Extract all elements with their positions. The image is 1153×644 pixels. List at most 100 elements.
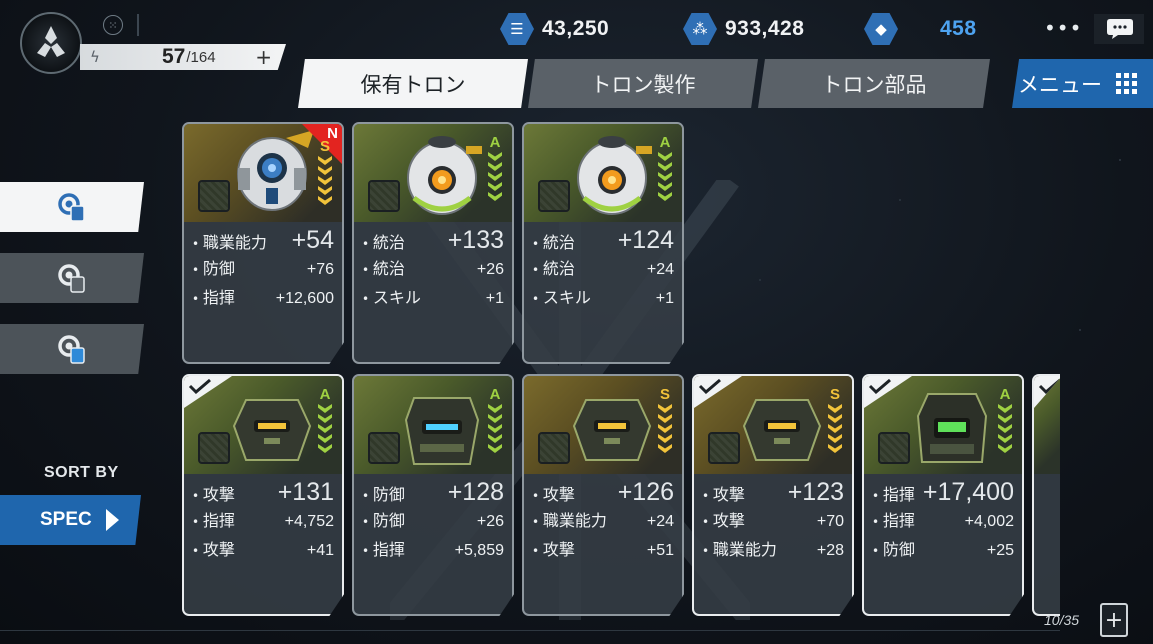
rank-badge: S xyxy=(316,138,334,205)
white-tron-robot-icon xyxy=(577,136,652,215)
tab-tron-craft[interactable]: トロン製作 xyxy=(528,59,758,108)
layers-icon: ☰ xyxy=(500,13,534,45)
tron-filter-all-icon xyxy=(58,193,85,222)
checkmark-icon xyxy=(868,378,891,394)
stat-list: 職業能力+54 防御+76 指揮+12,600 xyxy=(192,226,334,313)
filter-gray[interactable] xyxy=(0,253,144,303)
stat-row: 攻撃+51 xyxy=(532,536,674,565)
stat-row: 防御+76 xyxy=(192,255,334,284)
stat-row: 防御+26 xyxy=(362,507,504,536)
tab-owned-trons[interactable]: 保有トロン xyxy=(298,59,528,108)
tron-portrait: A xyxy=(864,376,1022,474)
stat-row: 攻撃+126 xyxy=(532,478,674,507)
stat-row: 統治+24 xyxy=(532,255,674,284)
tron-card[interactable]: A 防御+128 防御+26 指揮+5,859 xyxy=(352,374,514,616)
alliance-logo-icon xyxy=(37,26,65,57)
play-arrow-icon xyxy=(105,509,119,531)
resource-value: 458 xyxy=(940,17,977,40)
stamina-add-button[interactable]: + xyxy=(255,45,272,69)
filter-blue[interactable] xyxy=(0,324,144,374)
dark-tron-robot-icon xyxy=(742,399,822,461)
resource-crystal[interactable]: ◆ 458 xyxy=(864,12,977,46)
dark-tron-robot-icon xyxy=(232,399,312,461)
tron-portrait xyxy=(1034,376,1060,474)
stat-row: 攻撃+123 xyxy=(702,478,844,507)
tron-card[interactable]: A 攻撃+131 指揮+4,752 攻撃+41 xyxy=(182,374,344,616)
rank-badge: A xyxy=(486,134,504,201)
stat-row: 職業能力+28 xyxy=(702,536,844,565)
dark-tron-robot-icon xyxy=(572,399,652,461)
tron-card[interactable]: A 指揮+17,400 指揮+4,002 防御+25 xyxy=(862,374,1024,616)
tron-portrait: N S xyxy=(184,124,342,222)
stat-row: 統治+26 xyxy=(362,255,504,284)
stat-row: 指揮+4,002 xyxy=(872,507,1014,536)
stat-row: 指揮+5,859 xyxy=(362,536,504,565)
add-slot-button[interactable]: + xyxy=(1100,603,1128,637)
stat-list: 統治+133 統治+26 スキル+1 xyxy=(362,226,504,313)
dark-tron-robot-icon xyxy=(916,393,988,463)
tron-portrait: A xyxy=(354,376,512,474)
tron-filter-blue-icon xyxy=(58,335,85,364)
stat-row: スキル+1 xyxy=(362,284,504,313)
tron-card[interactable]: A 統治+133 統治+26 スキル+1 xyxy=(352,122,514,364)
tron-card[interactable]: S 攻撃+126 職業能力+24 攻撃+51 xyxy=(522,374,684,616)
white-tron-robot-icon xyxy=(237,130,314,211)
stat-row: 統治+124 xyxy=(532,226,674,255)
rank-badge: S xyxy=(826,386,844,453)
resource-layers[interactable]: ☰ 43,250 xyxy=(500,12,609,46)
tab-tron-parts[interactable]: トロン部品 xyxy=(758,59,990,108)
check-mark xyxy=(694,376,742,408)
tron-card-partial[interactable] xyxy=(1032,374,1060,616)
check-mark xyxy=(864,376,912,408)
stamina-bar: ϟ 57 /164 + xyxy=(80,44,286,70)
stat-list: 攻撃+131 指揮+4,752 攻撃+41 xyxy=(192,478,334,565)
tron-portrait: S xyxy=(694,376,852,474)
molecule-icon: ⁂ xyxy=(683,13,717,45)
stat-row: 攻撃+70 xyxy=(702,507,844,536)
tron-portrait: A xyxy=(184,376,342,474)
stat-row: 職業能力+24 xyxy=(532,507,674,536)
divider xyxy=(137,14,139,36)
rank-badge: A xyxy=(316,386,334,453)
checkmark-icon xyxy=(698,378,721,394)
resource-molecule[interactable]: ⁂ 933,428 xyxy=(683,12,804,46)
tron-card[interactable]: A 統治+124 統治+24 スキル+1 xyxy=(522,122,684,364)
stat-list: 指揮+17,400 指揮+4,002 防御+25 xyxy=(872,478,1014,565)
stat-row: 指揮+17,400 xyxy=(872,478,1014,507)
rank-badge: A xyxy=(656,134,674,201)
stat-list: 攻撃+126 職業能力+24 攻撃+51 xyxy=(532,478,674,565)
tron-portrait: A xyxy=(524,124,682,222)
profile-emblem[interactable] xyxy=(20,12,82,74)
stat-row: 職業能力+54 xyxy=(192,226,334,255)
more-options-button[interactable]: ••• xyxy=(1044,16,1082,40)
stat-list: 統治+124 統治+24 スキル+1 xyxy=(532,226,674,313)
check-mark xyxy=(1034,376,1060,408)
tron-portrait: A xyxy=(354,124,512,222)
rank-badge: A xyxy=(996,386,1014,453)
tron-filter-gray-icon xyxy=(58,264,85,293)
sort-spec-button[interactable]: SPEC xyxy=(0,495,141,545)
chat-button[interactable] xyxy=(1094,14,1144,44)
menu-label: メニュー xyxy=(1018,72,1102,97)
stamina-current: 57 xyxy=(162,45,186,68)
stat-row: 統治+133 xyxy=(362,226,504,255)
tron-count: 10/35 xyxy=(1044,612,1080,628)
crystal-icon: ◆ xyxy=(864,13,898,45)
filter-all[interactable] xyxy=(0,182,144,232)
menu-button[interactable]: メニュー xyxy=(1012,59,1153,108)
lightning-icon: ϟ xyxy=(90,48,100,66)
stat-row: 防御+25 xyxy=(872,536,1014,565)
tron-card[interactable]: N S 職業能力+54 防御+76 指揮+12,600 xyxy=(182,122,344,364)
white-tron-robot-icon xyxy=(407,136,482,215)
checkmark-icon xyxy=(188,378,211,394)
floor-line xyxy=(0,630,1060,631)
stat-row: 攻撃+41 xyxy=(192,536,334,565)
chat-bubble-icon xyxy=(1107,19,1133,39)
sort-by-label: SORT BY xyxy=(44,464,119,481)
stat-row: スキル+1 xyxy=(532,284,674,313)
stat-row: 指揮+4,752 xyxy=(192,507,334,536)
sort-value: SPEC xyxy=(40,509,92,530)
stat-row: 指揮+12,600 xyxy=(192,284,334,313)
tron-card[interactable]: S 攻撃+123 攻撃+70 職業能力+28 xyxy=(692,374,854,616)
grid-dots-icon[interactable]: ⁙ xyxy=(103,15,123,35)
